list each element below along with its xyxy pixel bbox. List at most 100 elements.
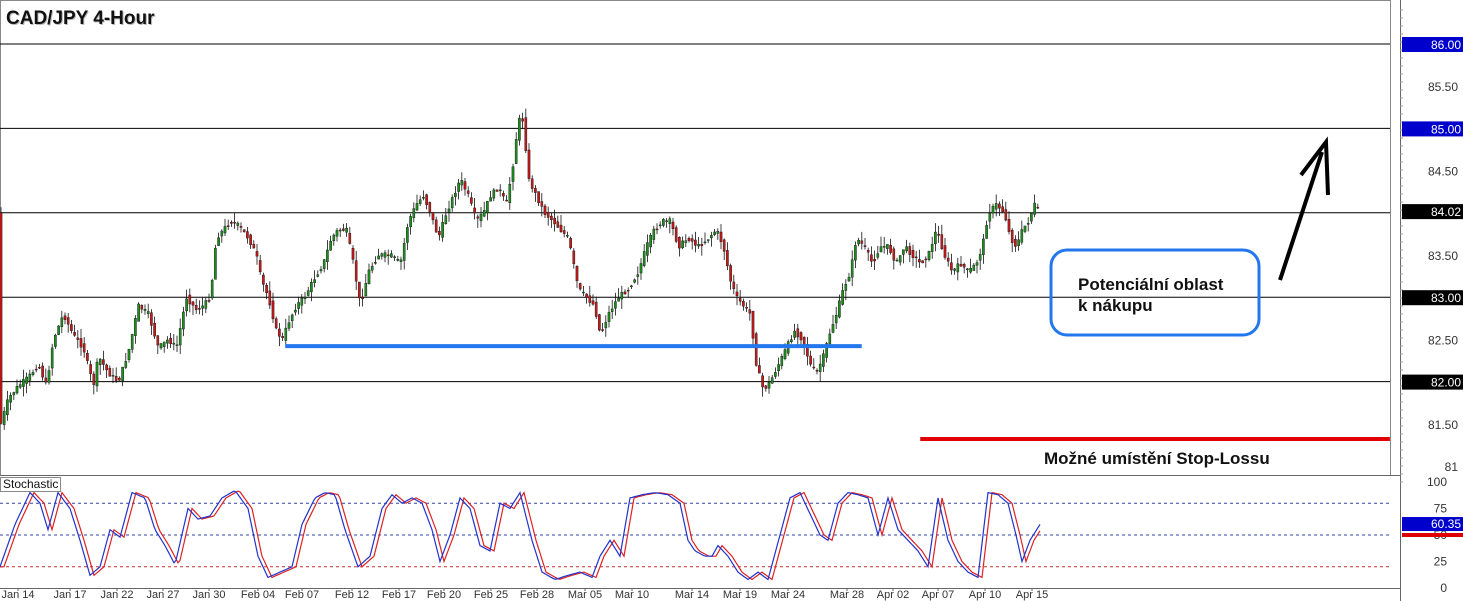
candle-body: [300, 297, 304, 306]
candle-body: [969, 268, 972, 273]
x-tick-label: Mar 14: [675, 589, 709, 601]
candle-body: [226, 225, 230, 227]
candle-body: [655, 228, 659, 231]
candle-body: [774, 372, 777, 377]
candle-body: [658, 224, 662, 227]
candle-body: [553, 217, 556, 225]
candle-body: [815, 370, 819, 372]
candle-body: [386, 254, 390, 257]
candle-body: [604, 322, 608, 329]
candle-body: [444, 215, 448, 225]
candle-body: [246, 231, 249, 239]
candle-body: [313, 279, 316, 283]
candle-body: [95, 361, 99, 387]
candle-body: [457, 182, 460, 192]
candle-body: [287, 322, 291, 329]
candle-body: [556, 221, 560, 228]
candle-body: [326, 249, 329, 262]
candle-body: [514, 139, 518, 164]
candle-body: [249, 234, 252, 245]
candle-body: [41, 365, 44, 378]
candle-body: [418, 199, 422, 204]
candle-body: [716, 231, 720, 234]
stoch-red-marker: [1402, 533, 1463, 537]
candle-body: [674, 227, 678, 242]
x-tick-label: Jan 22: [100, 589, 133, 601]
candle-body: [767, 382, 771, 389]
price-tick-label: 85.50: [1428, 80, 1458, 94]
candle-body: [460, 180, 464, 186]
candle-body: [297, 302, 300, 309]
buy-zone-label: Potenciální oblast k nákupu: [1078, 275, 1224, 315]
candle-body: [210, 280, 214, 299]
candle-body: [754, 333, 758, 366]
candle-body: [44, 377, 48, 383]
candle-body: [185, 298, 188, 312]
candle-body: [223, 226, 227, 234]
candle-body: [239, 226, 243, 228]
candle-body: [934, 231, 937, 244]
candle-body: [684, 240, 688, 243]
candle-body: [524, 117, 528, 151]
candle-body: [265, 284, 268, 294]
candle-body: [812, 366, 816, 369]
candle-body: [351, 247, 355, 260]
candle-body: [146, 311, 150, 314]
candle-body: [818, 363, 822, 372]
candle-body: [441, 222, 444, 238]
candle-body: [591, 300, 595, 305]
candle-body: [898, 255, 902, 263]
x-tick-label: Jan 30: [192, 589, 225, 601]
candle-body: [668, 218, 672, 224]
candle-body: [12, 392, 16, 396]
candle-body: [713, 231, 716, 235]
candle-body: [345, 227, 348, 233]
candle-body: [796, 328, 800, 338]
candle-body: [1001, 206, 1004, 212]
candle-body: [466, 190, 470, 194]
candle-body: [1007, 219, 1011, 232]
candle-body: [89, 364, 92, 374]
candle-body: [994, 203, 998, 210]
candle-body: [738, 298, 742, 302]
candle-body: [450, 197, 454, 209]
candle-body: [546, 212, 550, 218]
x-tick-label: Apr 10: [969, 589, 1001, 601]
candle-body: [194, 305, 198, 311]
candle-body: [6, 399, 9, 415]
candle-body: [169, 337, 172, 344]
candle-body: [178, 328, 182, 346]
candle-body: [492, 189, 496, 199]
candle-body: [281, 336, 284, 338]
candle-body: [710, 235, 713, 239]
candle-body: [370, 265, 374, 271]
candle-body: [562, 230, 566, 234]
candle-body: [406, 227, 409, 243]
candle-body: [921, 260, 924, 264]
x-tick-label: Jan 14: [1, 589, 34, 601]
candle-body: [809, 355, 812, 365]
candle-body: [540, 201, 544, 207]
x-tick-label: Feb 25: [474, 589, 508, 601]
stoch-tick-label: 75: [1434, 502, 1448, 516]
candle-body: [415, 203, 419, 211]
candle-body: [268, 290, 272, 306]
candle-body: [530, 178, 534, 189]
candle-body: [726, 250, 729, 267]
candle-body: [159, 343, 163, 349]
candle-body: [143, 309, 147, 311]
candle-body: [988, 212, 992, 222]
candle-body: [310, 282, 313, 293]
candle-body: [780, 356, 784, 366]
candle-body: [140, 304, 144, 310]
candle-body: [834, 315, 838, 324]
price-tag-label: 86.00: [1431, 38, 1461, 52]
candle-body: [438, 230, 441, 236]
candle-body: [572, 250, 576, 264]
candle-body: [783, 349, 787, 359]
candle-body: [322, 259, 326, 269]
candle-body: [495, 189, 499, 192]
candle-body: [991, 205, 995, 214]
x-tick-label: Feb 04: [241, 589, 275, 601]
candle-body: [172, 342, 176, 345]
